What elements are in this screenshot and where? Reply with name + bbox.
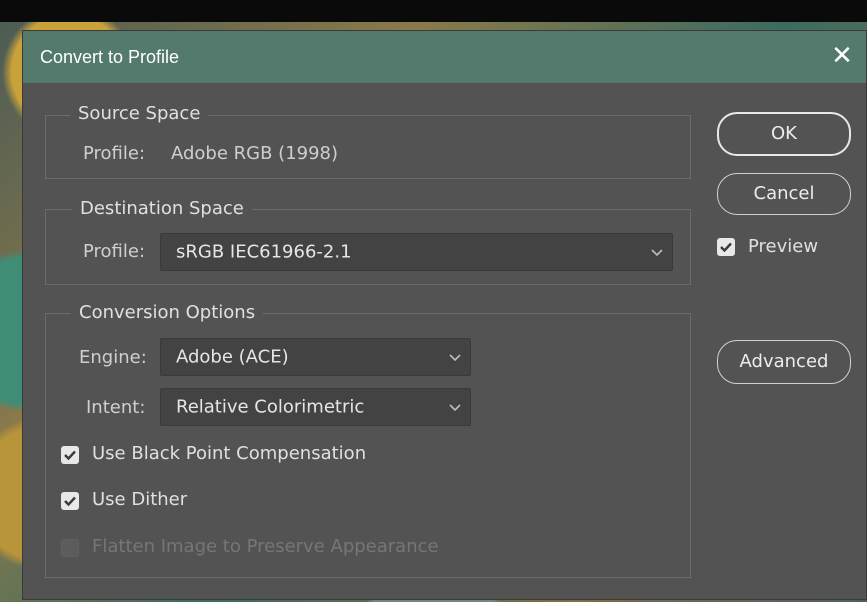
advanced-button[interactable]: Advanced [717,340,851,384]
intent-label: Intent: [86,397,146,418]
checkmark-icon [64,450,76,461]
preview-checkbox[interactable] [717,238,735,256]
chevron-down-icon [651,249,663,257]
source-profile-value: Adobe RGB (1998) [171,143,339,164]
dialog-titlebar: Convert to Profile ✕ [23,31,866,83]
convert-to-profile-dialog: Convert to Profile ✕ Source Space Profil… [22,30,867,600]
cancel-button[interactable]: Cancel [717,173,851,215]
intent-select[interactable]: Relative Colorimetric [160,388,471,426]
black-point-checkbox[interactable] [61,446,79,464]
close-icon: ✕ [831,41,853,71]
flatten-checkbox [61,539,79,557]
black-point-label[interactable]: Use Black Point Compensation [92,443,366,464]
checkmark-icon [64,496,76,507]
dialog-title: Convert to Profile [40,47,180,67]
destination-profile-value: sRGB IEC61966-2.1 [176,241,352,263]
destination-profile-select[interactable]: sRGB IEC61966-2.1 [160,233,673,271]
chevron-down-icon [449,354,461,362]
top-strip [0,0,867,22]
conversion-options-legend: Conversion Options [71,302,264,323]
ok-button[interactable]: OK [717,112,851,156]
destination-profile-label: Profile: [83,241,146,262]
source-space-legend: Source Space [70,103,209,124]
engine-select[interactable]: Adobe (ACE) [160,338,471,376]
flatten-label: Flatten Image to Preserve Appearance [92,536,439,557]
engine-label: Engine: [79,347,147,368]
engine-value: Adobe (ACE) [176,346,289,368]
dither-label[interactable]: Use Dither [92,489,187,510]
preview-label[interactable]: Preview [748,236,818,257]
destination-space-legend: Destination Space [72,198,252,219]
close-button[interactable]: ✕ [826,41,858,73]
intent-value: Relative Colorimetric [176,396,365,418]
checkmark-icon [720,242,732,253]
chevron-down-icon [449,404,461,412]
dither-checkbox[interactable] [61,492,79,510]
source-profile-label: Profile: [83,143,146,164]
